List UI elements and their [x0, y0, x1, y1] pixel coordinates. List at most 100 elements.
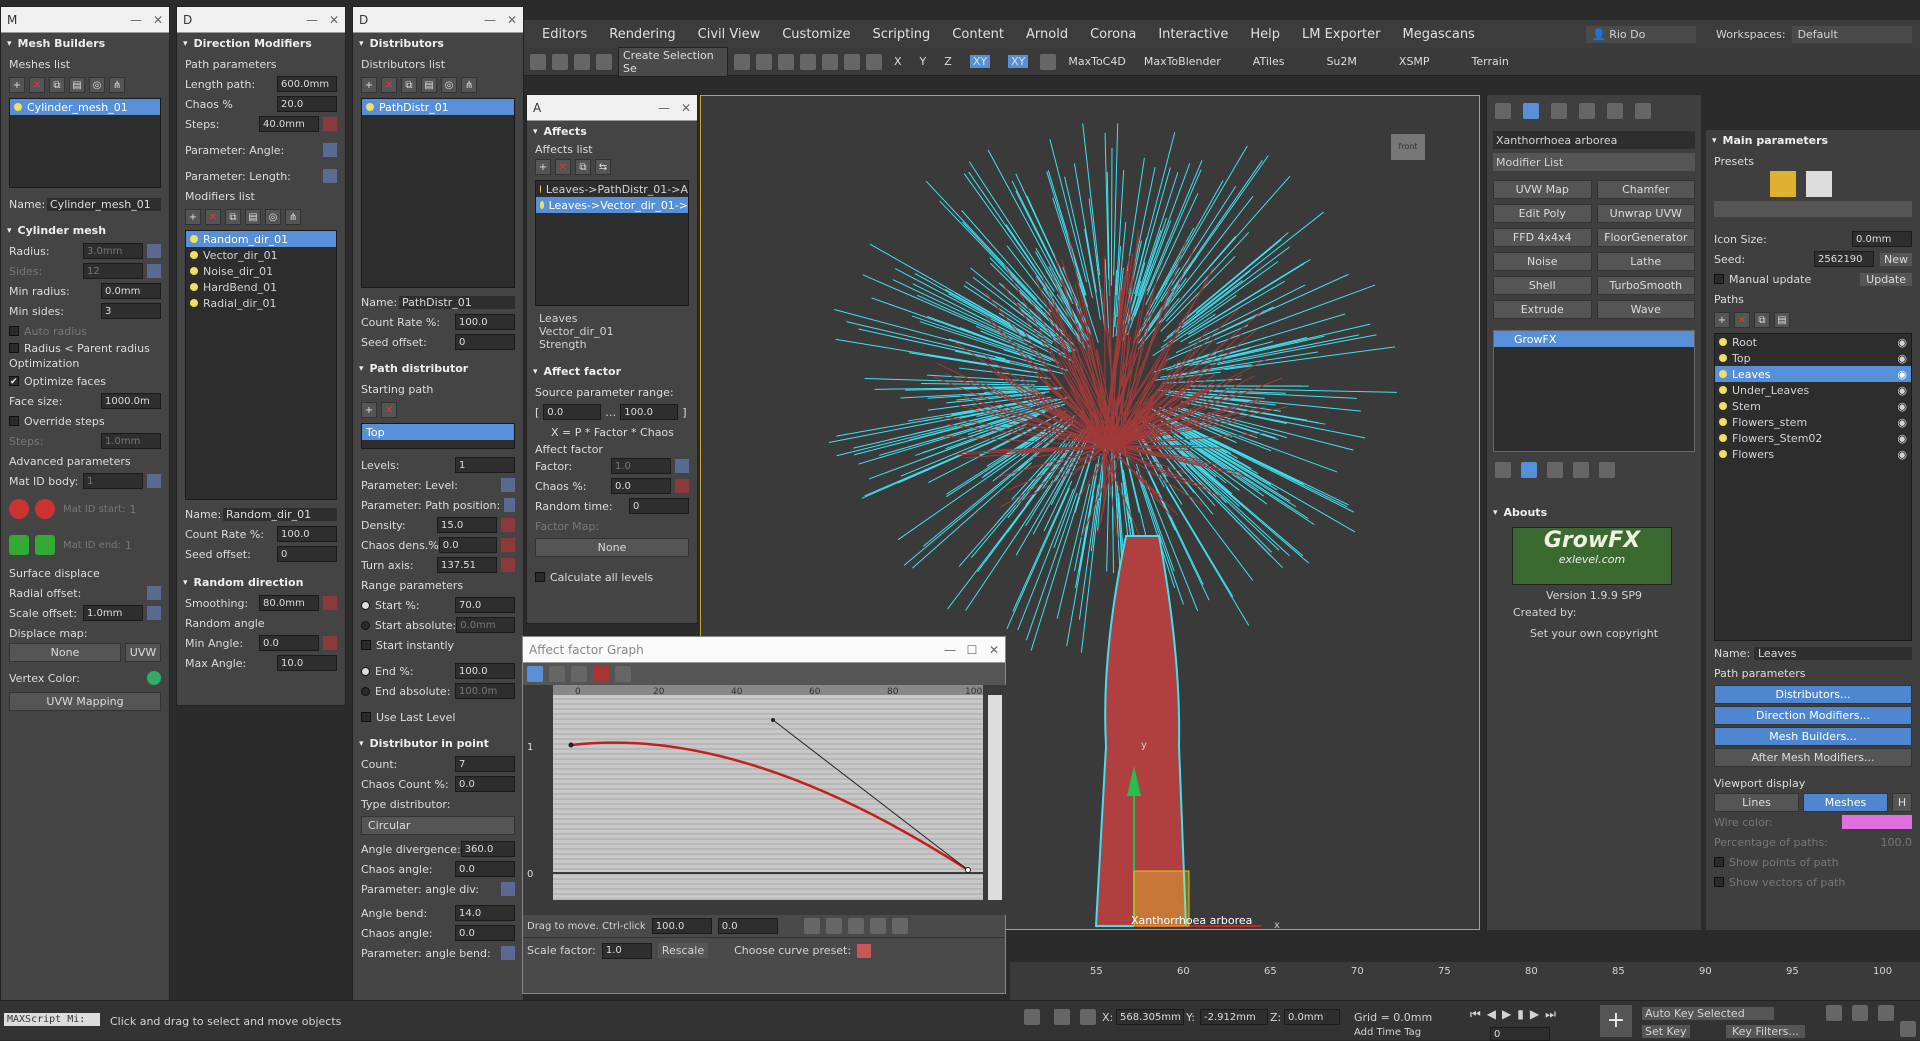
- minimize-icon[interactable]: —: [653, 101, 675, 115]
- copy-modifier-icon[interactable]: ⧉: [225, 209, 241, 225]
- min-sides-input[interactable]: 3: [101, 303, 161, 319]
- instance-modifier-icon[interactable]: ◎: [265, 209, 281, 225]
- move-point-icon[interactable]: [527, 666, 543, 682]
- close-icon[interactable]: ✕: [675, 101, 697, 115]
- min-angle-curve-icon[interactable]: [323, 636, 337, 650]
- show-vectors-checkbox[interactable]: [1714, 877, 1724, 887]
- density-input[interactable]: 15.0: [437, 517, 497, 533]
- distributors-button[interactable]: Distributors...: [1714, 685, 1912, 704]
- icon-size-input[interactable]: 0.0mm: [1852, 231, 1912, 247]
- menu-corona[interactable]: Corona: [1090, 27, 1136, 42]
- visibility-eye-icon[interactable]: ◉: [1897, 368, 1907, 381]
- add-path-icon[interactable]: +: [1714, 312, 1730, 328]
- key-filters-button[interactable]: Key Filters...: [1726, 1025, 1805, 1038]
- minimize-icon[interactable]: —: [301, 13, 323, 27]
- list-item[interactable]: PathDistr_01: [362, 99, 514, 115]
- maxscript-listener[interactable]: MAXScript Mi:: [4, 1013, 100, 1026]
- visibility-eye-icon[interactable]: ◉: [1897, 416, 1907, 429]
- menu-rendering[interactable]: Rendering: [609, 27, 675, 42]
- radius-input[interactable]: 3.0mm: [83, 243, 143, 259]
- list-item[interactable]: Under_Leaves◉: [1715, 382, 1911, 398]
- x-coord-input[interactable]: 568.305mm: [1116, 1009, 1184, 1025]
- seed-input[interactable]: 0: [455, 334, 515, 350]
- select-icon[interactable]: [734, 54, 750, 70]
- isolate-icon[interactable]: [1024, 1009, 1040, 1025]
- menu-customize[interactable]: Customize: [782, 27, 850, 42]
- add-distributor-icon[interactable]: +: [361, 77, 377, 93]
- stack-item-growfx[interactable]: GrowFX: [1494, 331, 1694, 347]
- delete-path-icon[interactable]: ✕: [1734, 312, 1750, 328]
- axis-y-button[interactable]: Y: [920, 55, 927, 68]
- start-pct-input[interactable]: 70.0: [455, 597, 515, 613]
- scale-icon[interactable]: [822, 54, 838, 70]
- mesh-name-input[interactable]: Cylinder_mesh_01: [47, 198, 161, 211]
- h-button[interactable]: H: [1892, 793, 1912, 812]
- direction-modifiers-header[interactable]: ▾Direction Modifiers: [177, 33, 345, 54]
- manual-update-checkbox[interactable]: [1714, 274, 1724, 284]
- starting-path-list[interactable]: Top: [361, 423, 515, 449]
- save-preset-icon[interactable]: [1806, 171, 1832, 197]
- list-item[interactable]: Stem◉: [1715, 398, 1911, 414]
- add-mesh-icon[interactable]: +: [9, 77, 25, 93]
- affects-list[interactable]: Leaves->PathDistr_01->ALeaves->Vector_di…: [535, 180, 689, 306]
- visibility-eye-icon[interactable]: ◉: [1897, 336, 1907, 349]
- utilities-tab-icon[interactable]: [1635, 103, 1651, 119]
- list-item[interactable]: Cylinder_mesh_01: [10, 99, 160, 115]
- visibility-eye-icon[interactable]: ◉: [1897, 432, 1907, 445]
- param-length-icon[interactable]: [323, 169, 337, 183]
- affects-titlebar[interactable]: A—✕: [527, 95, 697, 121]
- end-pct-radio[interactable]: [361, 667, 370, 676]
- optimize-faces-checkbox[interactable]: [9, 376, 19, 386]
- delete-point-icon[interactable]: [593, 666, 609, 682]
- plugin-maxtoblender[interactable]: MaxToBlender: [1144, 55, 1221, 68]
- axis-z-button[interactable]: Z: [944, 55, 952, 68]
- meshes-list[interactable]: Cylinder_mesh_01: [9, 98, 161, 188]
- list-item[interactable]: Root◉: [1715, 334, 1911, 350]
- modifier-button-floorgenerator[interactable]: FloorGenerator: [1597, 228, 1696, 247]
- visibility-eye-icon[interactable]: ◉: [1897, 352, 1907, 365]
- after-mesh-modifiers-button[interactable]: After Mesh Modifiers...: [1714, 748, 1912, 767]
- modifier-button-noise[interactable]: Noise: [1493, 252, 1592, 271]
- delete-mesh-icon[interactable]: ✕: [29, 77, 45, 93]
- zoom-h-icon[interactable]: [848, 918, 864, 934]
- min-angle-input[interactable]: 0.0: [259, 635, 319, 651]
- modifier-name-input[interactable]: Random_dir_01: [223, 508, 337, 521]
- end-abs-input[interactable]: 100.0m: [455, 683, 515, 699]
- plugin-atiles[interactable]: ATiles: [1253, 55, 1285, 68]
- mat-id-body-input[interactable]: 1: [83, 473, 143, 489]
- param-angle-div-icon[interactable]: [501, 882, 515, 896]
- dist-point-header[interactable]: ▾Distributor in point: [353, 733, 523, 754]
- z-coord-input[interactable]: 0.0mm: [1284, 1009, 1340, 1025]
- random-time-input[interactable]: 0: [629, 498, 689, 514]
- unlink-icon[interactable]: [596, 54, 612, 70]
- set-key-button[interactable]: Set Key: [1642, 1025, 1690, 1038]
- pan-icon[interactable]: [804, 918, 820, 934]
- modifiers-list[interactable]: Random_dir_01Vector_dir_01Noise_dir_01Ha…: [185, 230, 337, 500]
- menu-content[interactable]: Content: [952, 27, 1004, 42]
- modifier-button-extrude[interactable]: Extrude: [1493, 300, 1592, 319]
- list-item[interactable]: Noise_dir_01: [186, 263, 336, 279]
- paths-list[interactable]: Root◉Top◉Leaves◉Under_Leaves◉Stem◉Flower…: [1714, 333, 1912, 641]
- random-direction-header[interactable]: ▾Random direction: [177, 572, 345, 593]
- display-tab-icon[interactable]: [1607, 103, 1623, 119]
- menu-lm-exporter[interactable]: LM Exporter: [1302, 27, 1381, 42]
- param-angle-bend-icon[interactable]: [501, 946, 515, 960]
- chaos-dens-curve-icon[interactable]: [501, 538, 515, 552]
- distributor-name-input[interactable]: PathDistr_01: [399, 296, 515, 309]
- turn-axis-curve-icon[interactable]: [501, 558, 515, 572]
- radial-offset-curve-icon[interactable]: [147, 586, 161, 600]
- minimize-icon[interactable]: —: [125, 13, 147, 27]
- factor-input[interactable]: 1.0: [611, 458, 671, 474]
- affect-factor-header[interactable]: ▾Affect factor: [527, 361, 697, 382]
- copy-path-icon[interactable]: ⧉: [1754, 312, 1770, 328]
- mat-id-end-input[interactable]: 1: [125, 539, 132, 552]
- lines-button[interactable]: Lines: [1714, 793, 1799, 812]
- displace-map-button[interactable]: None: [9, 643, 121, 662]
- auto-key-button[interactable]: Auto Key: [1642, 1007, 1697, 1020]
- menu-arnold[interactable]: Arnold: [1026, 27, 1068, 42]
- insert-point-icon[interactable]: [571, 666, 587, 682]
- y-coord-input[interactable]: -2.912mm: [1200, 1009, 1268, 1025]
- axis-x-button[interactable]: X: [894, 55, 902, 68]
- point-y-input[interactable]: 0.0: [718, 918, 778, 934]
- plugin-terrain[interactable]: Terrain: [1472, 55, 1509, 68]
